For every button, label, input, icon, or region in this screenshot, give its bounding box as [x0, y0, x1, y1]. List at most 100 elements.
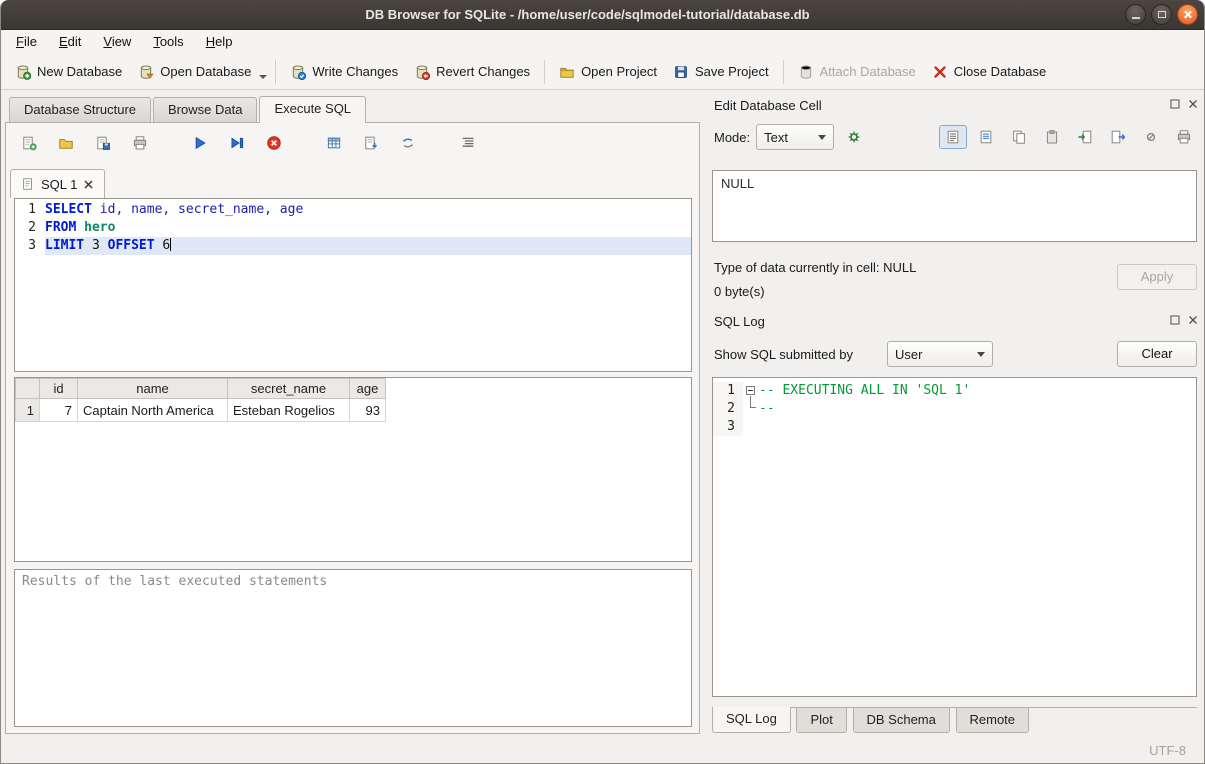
mode-combobox[interactable]: Text	[756, 124, 834, 150]
minimize-icon	[1132, 17, 1140, 19]
stop-execution-button[interactable]	[263, 132, 285, 154]
tab-db-schema[interactable]: DB Schema	[853, 708, 950, 733]
tab-remote[interactable]: Remote	[956, 708, 1030, 733]
save-sql-file-button[interactable]	[92, 132, 114, 154]
set-null-button[interactable]	[1137, 125, 1165, 149]
minimize-button[interactable]	[1125, 4, 1146, 25]
close-database-label: Close Database	[954, 64, 1047, 79]
revert-changes-icon	[414, 64, 430, 80]
row-number-cell[interactable]: 1	[16, 399, 40, 422]
sql-keyword: SELECT	[45, 202, 92, 217]
log-line: 2 --	[713, 400, 1196, 418]
log-line: 1 -- EXECUTING ALL IN 'SQL 1'	[713, 382, 1196, 400]
find-replace-button[interactable]	[397, 132, 419, 154]
sql-log-dock-buttons	[1168, 313, 1200, 327]
revert-changes-button[interactable]: Revert Changes	[406, 60, 538, 84]
copy-cell-button[interactable]	[1005, 125, 1033, 149]
open-database-button[interactable]: Open Database	[130, 60, 259, 84]
execute-all-button[interactable]	[189, 132, 211, 154]
open-sql-tab-button[interactable]	[18, 132, 40, 154]
play-icon	[192, 135, 208, 151]
maximize-button[interactable]	[1151, 4, 1172, 25]
execution-results-message: Results of the last executed statements	[14, 569, 692, 727]
mode-label: Mode:	[714, 130, 750, 145]
header-name[interactable]: name	[78, 379, 228, 399]
save-project-button[interactable]: Save Project	[665, 60, 777, 84]
sql-toolbar	[18, 132, 479, 154]
export-cell-data-button[interactable]	[1104, 125, 1132, 149]
log-filter-combobox[interactable]: User	[887, 341, 993, 367]
float-dock-button[interactable]	[1168, 313, 1182, 327]
cell-age[interactable]: 93	[350, 399, 386, 422]
write-changes-label: Write Changes	[312, 64, 398, 79]
print-sql-button[interactable]	[129, 132, 151, 154]
export-results-button[interactable]	[323, 132, 345, 154]
cell-secret-name[interactable]: Esteban Rogelios	[228, 399, 350, 422]
line-number: 3	[15, 237, 45, 255]
sql-editor-tab[interactable]: SQL 1	[10, 169, 105, 198]
gear-icon	[846, 129, 862, 145]
open-sql-file-button[interactable]	[55, 132, 77, 154]
write-changes-button[interactable]: Write Changes	[282, 60, 406, 84]
open-file-icon	[58, 135, 74, 151]
auto-mode-button[interactable]	[840, 125, 868, 149]
log-filter-label: Show SQL submitted by	[714, 347, 853, 362]
toolbar-separator	[544, 60, 545, 84]
attach-database-button: Attach Database	[790, 60, 924, 84]
title-bar: DB Browser for SQLite - /home/user/code/…	[1, 0, 1204, 30]
tab-execute-sql[interactable]: Execute SQL	[259, 96, 366, 123]
execute-line-button[interactable]	[226, 132, 248, 154]
new-database-button[interactable]: New Database	[7, 60, 130, 84]
dock-area: Edit Database Cell Mode: Text	[704, 90, 1205, 740]
print-cell-button[interactable]	[1170, 125, 1198, 149]
clear-log-button[interactable]: Clear	[1117, 341, 1197, 367]
new-database-label: New Database	[37, 64, 122, 79]
import-cell-data-button[interactable]	[1071, 125, 1099, 149]
menu-view[interactable]: View	[92, 30, 142, 54]
tab-plot[interactable]: Plot	[796, 708, 846, 733]
find-replace-icon	[400, 135, 416, 151]
cell-name[interactable]: Captain North America	[78, 399, 228, 422]
cell-id[interactable]: 7	[40, 399, 78, 422]
close-dock-button[interactable]	[1186, 97, 1200, 111]
sql-file-icon	[21, 177, 35, 191]
sql-editor[interactable]: 1 SELECT id, name, secret_name, age 2 FR…	[14, 198, 692, 372]
tab-browse-data[interactable]: Browse Data	[153, 97, 257, 122]
open-project-button[interactable]: Open Project	[551, 60, 665, 84]
close-tab-icon[interactable]	[83, 179, 94, 190]
binary-view-button[interactable]	[972, 125, 1000, 149]
menu-help[interactable]: Help	[195, 30, 244, 54]
save-results-button[interactable]	[360, 132, 382, 154]
open-project-icon	[559, 64, 575, 80]
format-sql-button[interactable]	[457, 132, 479, 154]
paste-cell-button[interactable]	[1038, 125, 1066, 149]
editor-line-current: 3 LIMIT 3 OFFSET 6	[15, 237, 691, 255]
header-id[interactable]: id	[40, 379, 78, 399]
save-project-label: Save Project	[695, 64, 769, 79]
text-view-button[interactable]	[939, 125, 967, 149]
results-grid: id name secret_name age 1 7 Captain Nort…	[14, 377, 692, 562]
close-button[interactable]	[1177, 4, 1198, 25]
close-database-button[interactable]: Close Database	[924, 60, 1055, 84]
close-icon	[1187, 98, 1199, 110]
fold-collapse-icon[interactable]	[746, 386, 755, 395]
corner-header[interactable]	[16, 379, 40, 399]
tab-database-structure[interactable]: Database Structure	[9, 97, 151, 122]
menu-file[interactable]: File	[5, 30, 48, 54]
float-dock-button[interactable]	[1168, 97, 1182, 111]
cell-value-editor[interactable]: NULL	[712, 170, 1197, 242]
header-secret-name[interactable]: secret_name	[228, 379, 350, 399]
sql-table-name: hero	[76, 220, 115, 235]
float-icon	[1169, 314, 1181, 326]
sql-log-view: 1 -- EXECUTING ALL IN 'SQL 1' 2 -- 3	[712, 377, 1197, 697]
open-database-menu-arrow-icon[interactable]	[259, 75, 267, 79]
tab-sql-log[interactable]: SQL Log	[712, 707, 791, 733]
save-file-icon	[95, 135, 111, 151]
header-age[interactable]: age	[350, 379, 386, 399]
results-table: id name secret_name age 1 7 Captain Nort…	[15, 378, 386, 422]
fold-column	[743, 400, 759, 418]
menu-tools[interactable]: Tools	[142, 30, 194, 54]
encoding-indicator: UTF-8	[1149, 743, 1186, 758]
close-dock-button[interactable]	[1186, 313, 1200, 327]
menu-edit[interactable]: Edit	[48, 30, 92, 54]
